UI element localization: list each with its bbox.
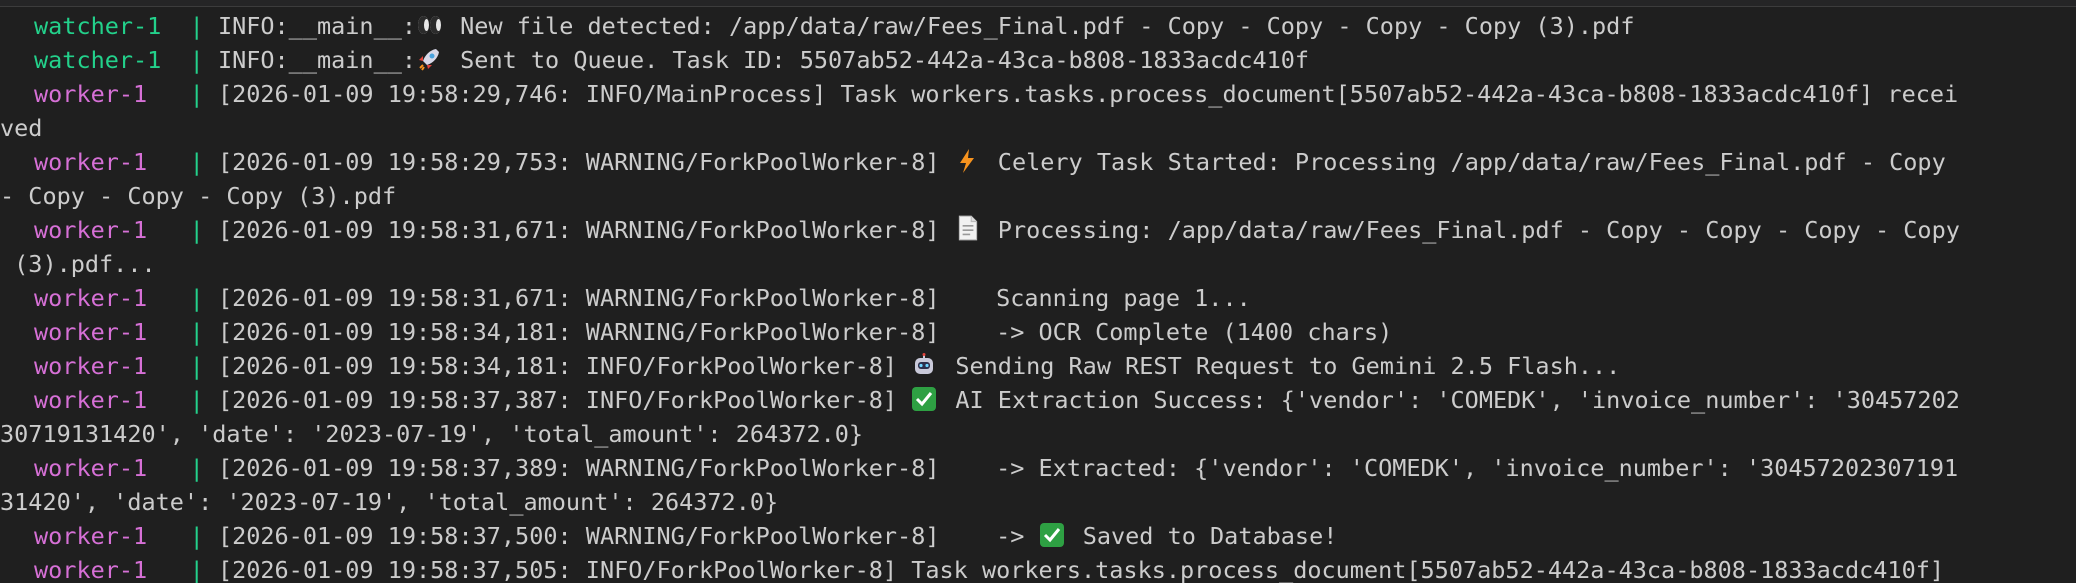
log-text: [2026-01-09 19:58:37,387: INFO/ForkPoolW… — [217, 386, 912, 414]
service-name: worker-1 — [34, 80, 176, 108]
rocket-icon — [416, 46, 444, 72]
separator-pipe: | — [175, 12, 218, 40]
log-text: [2026-01-09 19:58:34,181: WARNING/ForkPo… — [217, 318, 1393, 346]
log-message: Sending Raw REST Request to Gemini 2.5 F… — [941, 352, 1621, 380]
log-text: ved — [0, 114, 43, 142]
service-name: watcher-1 — [34, 12, 176, 40]
log-line: worker-1 | [2026-01-09 19:58:34,181: WAR… — [0, 315, 2076, 349]
log-text: - Copy - Copy - Copy (3).pdf — [0, 182, 397, 210]
log-text: (3).pdf... — [0, 250, 156, 278]
log-line-continuation: (3).pdf... — [0, 247, 2076, 281]
log-text: [2026-01-09 19:58:34,181: INFO/ForkPoolW… — [217, 352, 912, 380]
log-text: INFO:__main__: — [217, 46, 417, 74]
terminal-output[interactable]: watcher-1 | INFO:__main__: New file dete… — [0, 0, 2076, 583]
separator-pipe: | — [175, 318, 218, 346]
service-name: worker-1 — [34, 318, 176, 346]
log-line: worker-1 | [2026-01-09 19:58:34,181: INF… — [0, 349, 2076, 383]
terminal-top-border — [0, 0, 2076, 7]
log-line-continuation: - Copy - Copy - Copy (3).pdf — [0, 179, 2076, 213]
separator-pipe: | — [175, 352, 218, 380]
log-line-continuation: 31420', 'date': '2023-07-19', 'total_amo… — [0, 485, 2076, 519]
log-line: watcher-1 | INFO:__main__: New file dete… — [0, 9, 2076, 43]
service-name: watcher-1 — [34, 46, 176, 74]
separator-pipe: | — [175, 148, 218, 176]
service-name: worker-1 — [34, 148, 176, 176]
service-name: worker-1 — [34, 386, 176, 414]
separator-pipe: | — [175, 454, 218, 482]
service-name: worker-1 — [34, 352, 176, 380]
log-line: worker-1 | [2026-01-09 19:58:37,500: WAR… — [0, 519, 2076, 553]
log-text: [2026-01-09 19:58:29,746: INFO/MainProce… — [217, 80, 1959, 108]
robot-icon — [911, 352, 939, 378]
log-text: [2026-01-09 19:58:37,389: WARNING/ForkPo… — [217, 454, 1959, 482]
log-message: Saved to Database! — [1068, 522, 1338, 550]
log-text: [2026-01-09 19:58:31,671: WARNING/ForkPo… — [217, 216, 954, 244]
document-icon — [954, 214, 982, 241]
log-message: Sent to Queue. Task ID: 5507ab52-442a-43… — [446, 46, 1310, 74]
log-message: New file detected: /app/data/raw/Fees_Fi… — [446, 12, 1635, 40]
separator-pipe: | — [175, 46, 218, 74]
log-message: AI Extraction Success: {'vendor': 'COMED… — [941, 386, 1960, 414]
service-name: worker-1 — [34, 522, 176, 550]
log-line: worker-1 | [2026-01-09 19:58:37,389: WAR… — [0, 451, 2076, 485]
separator-pipe: | — [175, 216, 218, 244]
service-name: worker-1 — [34, 556, 176, 583]
log-line: worker-1 | [2026-01-09 19:58:31,671: WAR… — [0, 281, 2076, 315]
service-name: worker-1 — [34, 216, 176, 244]
log-line-continuation: ved — [0, 111, 2076, 145]
log-line-continuation: 30719131420', 'date': '2023-07-19', 'tot… — [0, 417, 2076, 451]
log-text: [2026-01-09 19:58:37,505: INFO/ForkPoolW… — [217, 556, 1945, 583]
eyes-icon — [416, 12, 444, 38]
log-line: worker-1 | [2026-01-09 19:58:31,671: WAR… — [0, 213, 2076, 247]
log-line: worker-1 | [2026-01-09 19:58:37,505: INF… — [0, 553, 2076, 583]
log-text: INFO:__main__: — [217, 12, 417, 40]
log-line: watcher-1 | INFO:__main__: Sent to Queue… — [0, 43, 2076, 77]
separator-pipe: | — [175, 284, 218, 312]
log-text: [2026-01-09 19:58:37,500: WARNING/ForkPo… — [217, 522, 1039, 550]
separator-pipe: | — [175, 386, 218, 414]
check-icon — [911, 386, 939, 412]
log-message: Processing: /app/data/raw/Fees_Final.pdf… — [983, 216, 1960, 244]
log-line: worker-1 | [2026-01-09 19:58:37,387: INF… — [0, 383, 2076, 417]
log-text: 30719131420', 'date': '2023-07-19', 'tot… — [0, 420, 864, 448]
bolt-icon — [954, 148, 982, 174]
log-line: worker-1 | [2026-01-09 19:58:29,753: WAR… — [0, 145, 2076, 179]
log-text: 31420', 'date': '2023-07-19', 'total_amo… — [0, 488, 779, 516]
log-text: [2026-01-09 19:58:29,753: WARNING/ForkPo… — [217, 148, 954, 176]
separator-pipe: | — [175, 556, 218, 583]
log-line: worker-1 | [2026-01-09 19:58:29,746: INF… — [0, 77, 2076, 111]
separator-pipe: | — [175, 80, 218, 108]
log-message: Celery Task Started: Processing /app/dat… — [983, 148, 1946, 176]
log-lines: watcher-1 | INFO:__main__: New file dete… — [0, 9, 2076, 583]
check-icon — [1039, 522, 1067, 548]
log-text: [2026-01-09 19:58:31,671: WARNING/ForkPo… — [217, 284, 1251, 312]
separator-pipe: | — [175, 522, 218, 550]
service-name: worker-1 — [34, 284, 176, 312]
service-name: worker-1 — [34, 454, 176, 482]
